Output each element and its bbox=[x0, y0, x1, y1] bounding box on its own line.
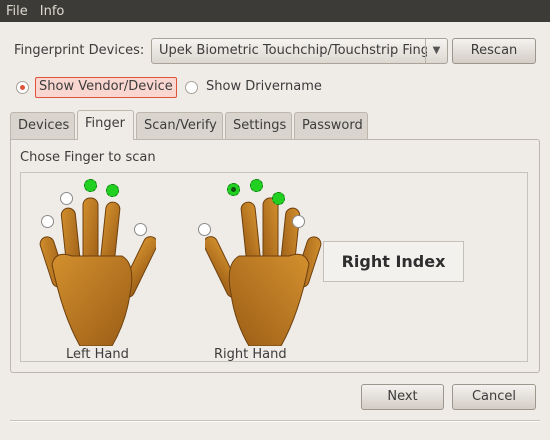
tab-settings[interactable]: Settings bbox=[225, 112, 292, 139]
menu-info[interactable]: Info bbox=[34, 4, 71, 19]
dropdown-arrow-icon: ▼ bbox=[425, 39, 447, 63]
left-middle-dot[interactable] bbox=[84, 179, 97, 192]
tab-finger[interactable]: Finger bbox=[77, 110, 134, 140]
devices-label: Fingerprint Devices: bbox=[14, 43, 145, 58]
tab-devices[interactable]: Devices bbox=[10, 112, 75, 139]
menu-file[interactable]: File bbox=[0, 4, 34, 19]
right-middle-dot[interactable] bbox=[250, 179, 263, 192]
left-hand-label: Left Hand bbox=[66, 347, 129, 362]
right-hand-image bbox=[205, 197, 322, 346]
show-vendor-label[interactable]: Show Vendor/Device bbox=[35, 77, 177, 98]
next-button[interactable]: Next bbox=[361, 384, 444, 410]
right-index-dot[interactable] bbox=[227, 183, 240, 196]
cancel-button[interactable]: Cancel bbox=[452, 384, 536, 410]
show-drivername-radio[interactable] bbox=[185, 81, 198, 94]
left-index-dot[interactable] bbox=[106, 184, 119, 197]
right-ring-dot[interactable] bbox=[272, 192, 285, 205]
left-hand-image bbox=[39, 197, 156, 346]
right-hand-label: Right Hand bbox=[214, 347, 287, 362]
selected-finger-button[interactable]: Right Index bbox=[323, 241, 464, 282]
left-pinky-dot[interactable] bbox=[41, 215, 54, 228]
right-thumb-dot[interactable] bbox=[198, 223, 211, 236]
right-pinky-dot[interactable] bbox=[292, 215, 305, 228]
left-ring-dot[interactable] bbox=[60, 192, 73, 205]
menu-bar: File Info bbox=[0, 0, 550, 22]
show-vendor-radio[interactable] bbox=[16, 81, 29, 94]
tab-password[interactable]: Password bbox=[294, 112, 368, 139]
choose-finger-label: Chose Finger to scan bbox=[20, 150, 156, 165]
rescan-button[interactable]: Rescan bbox=[452, 38, 536, 64]
bottom-separator-highlight bbox=[10, 421, 540, 422]
show-drivername-label[interactable]: Show Drivername bbox=[206, 79, 322, 94]
tab-scan-verify[interactable]: Scan/Verify bbox=[136, 112, 223, 139]
device-select[interactable]: Upek Biometric Touchchip/Touchstrip Fing… bbox=[151, 38, 448, 64]
left-thumb-dot[interactable] bbox=[134, 223, 147, 236]
device-select-value: Upek Biometric Touchchip/Touchstrip Fing bbox=[159, 43, 427, 58]
